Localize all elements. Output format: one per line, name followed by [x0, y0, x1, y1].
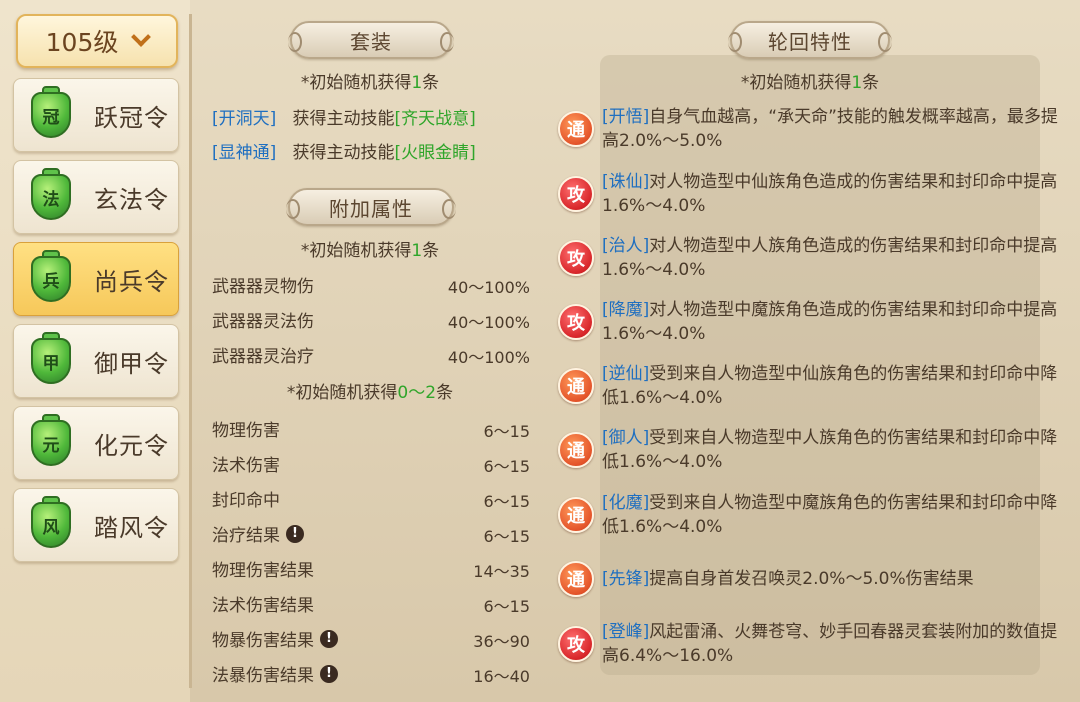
- jade-token-icon: 法: [28, 168, 74, 224]
- jade-token-icon: 风: [28, 496, 74, 552]
- warning-icon[interactable]: !: [286, 524, 304, 543]
- ling-item-label: 化元令: [94, 431, 169, 460]
- attr-row-value: 6～15: [483, 422, 530, 441]
- jade-token-icon: 元: [28, 414, 74, 470]
- level-dropdown[interactable]: 105级: [16, 14, 178, 68]
- attr-row-name: 物暴伤害结果!: [212, 626, 338, 651]
- attr-row-value: 40～100%: [447, 278, 530, 297]
- ling-item-label: 玄法令: [94, 185, 169, 214]
- ling-item-tafeng[interactable]: 风 踏风令: [13, 488, 179, 562]
- suit-skill-row: [开洞天] 获得主动技能[齐天战意]: [212, 109, 476, 129]
- reincarnation-title: 轮回特性: [768, 29, 852, 54]
- trait-row: [逆仙]受到来自人物造型中仙族角色的伤害结果和封印命中降低1.6%～4.0%: [602, 364, 1058, 408]
- ling-item-shangbing[interactable]: 兵 尚兵令: [13, 242, 179, 316]
- extra-title-banner: 附加属性: [286, 188, 456, 226]
- attr-row-name: 治疗结果!: [212, 521, 304, 546]
- attr-row-name: 武器器灵法伤: [212, 312, 314, 332]
- suit-title: 套装: [350, 29, 392, 54]
- gong-badge-icon: 攻: [558, 304, 594, 340]
- tong-badge-icon: 通: [558, 432, 594, 468]
- extra-note-2: *初始随机获得0～2条: [286, 383, 454, 403]
- ling-item-huayuan[interactable]: 元 化元令: [13, 406, 179, 480]
- attr-row-name: 武器器灵物伤: [212, 277, 314, 297]
- trait-row: [诛仙]对人物造型中仙族角色造成的伤害结果和封印命中提高1.6%～4.0%: [602, 172, 1058, 216]
- extra-title: 附加属性: [329, 196, 413, 221]
- jade-token-icon: 甲: [28, 332, 74, 388]
- tong-badge-icon: 通: [558, 561, 594, 597]
- ling-item-label: 踏风令: [94, 513, 169, 542]
- ling-item-yujia[interactable]: 甲 御甲令: [13, 324, 179, 398]
- warning-icon[interactable]: !: [320, 629, 338, 648]
- attr-row-name: 法术伤害: [212, 456, 280, 476]
- sidebar-divider: [189, 14, 192, 688]
- level-label: 105级: [45, 28, 119, 57]
- gong-badge-icon: 攻: [558, 626, 594, 662]
- trait-row: [治人]对人物造型中人族角色造成的伤害结果和封印命中提高1.6%～4.0%: [602, 236, 1058, 280]
- jade-token-icon: 兵: [28, 250, 74, 306]
- gong-badge-icon: 攻: [558, 240, 594, 276]
- attr-row-value: 40～100%: [447, 348, 530, 367]
- gong-badge-icon: 攻: [558, 176, 594, 212]
- trait-row: [御人]受到来自人物造型中人族角色的伤害结果和封印命中降低1.6%～4.0%: [602, 428, 1058, 472]
- attr-row-value: 40～100%: [447, 313, 530, 332]
- ling-item-label: 尚兵令: [94, 267, 169, 296]
- suit-title-banner: 套装: [288, 21, 454, 59]
- trait-row: [降魔]对人物造型中魔族角色造成的伤害结果和封印命中提高1.6%～4.0%: [602, 300, 1058, 344]
- attr-row-name: 封印命中: [212, 491, 280, 511]
- attr-row-name: 物理伤害: [212, 421, 280, 441]
- trait-row: [先锋]提高自身首发召唤灵2.0%～5.0%伤害结果: [602, 569, 974, 589]
- attr-row-value: 36～90: [473, 632, 530, 651]
- warning-icon[interactable]: !: [320, 664, 338, 683]
- ling-item-label: 御甲令: [94, 349, 169, 378]
- attr-row-value: 6～15: [483, 457, 530, 476]
- attr-row-name: 法暴伤害结果!: [212, 661, 338, 686]
- attr-row-name: 武器器灵治疗: [212, 347, 314, 367]
- extra-note-1: *初始随机获得1条: [300, 241, 440, 261]
- suit-skill-row: [显神通] 获得主动技能[火眼金睛]: [212, 143, 476, 163]
- attr-row-value: 6～15: [483, 527, 530, 546]
- attr-row-value: 6～15: [483, 492, 530, 511]
- attr-row-value: 6～15: [483, 597, 530, 616]
- tong-badge-icon: 通: [558, 111, 594, 147]
- ling-item-xuanfa[interactable]: 法 玄法令: [13, 160, 179, 234]
- ling-item-label: 跃冠令: [94, 103, 169, 132]
- suit-note: *初始随机获得1条: [300, 73, 440, 93]
- ling-item-yueguan[interactable]: 冠 跃冠令: [13, 78, 179, 152]
- trait-row: [登峰]风起雷涌、火舞苍穹、妙手回春器灵套装附加的数值提高6.4%～16.0%: [602, 622, 1058, 666]
- attr-row-name: 法术伤害结果: [212, 596, 314, 616]
- trait-row: [化魔]受到来自人物造型中魔族角色的伤害结果和封印命中降低1.6%～4.0%: [602, 493, 1058, 537]
- jade-token-icon: 冠: [28, 86, 74, 142]
- attr-row-value: 16～40: [473, 667, 530, 686]
- attr-row-value: 14～35: [473, 562, 530, 581]
- attr-row-name: 物理伤害结果: [212, 561, 314, 581]
- tong-badge-icon: 通: [558, 497, 594, 533]
- tong-badge-icon: 通: [558, 368, 594, 404]
- chevron-down-icon: [131, 27, 152, 47]
- reincarnation-title-banner: 轮回特性: [728, 21, 892, 59]
- trait-row: [开悟]自身气血越高，“承天命”技能的触发概率越高，最多提高2.0%～5.0%: [602, 107, 1058, 151]
- reincarnation-note: *初始随机获得1条: [740, 73, 880, 93]
